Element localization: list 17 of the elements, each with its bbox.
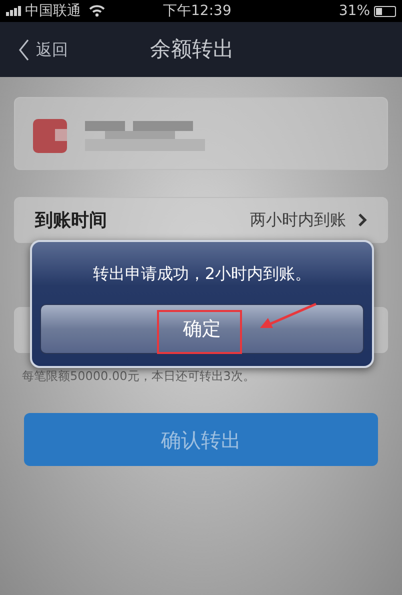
chevron-right-icon — [358, 213, 367, 227]
limit-note: 每笔限额50000.00元，本日还可转出3次。 — [22, 368, 256, 385]
battery-percent: 31% — [338, 2, 370, 20]
row-label: 到账时间 — [35, 208, 107, 232]
carrier-name: 中国联通 — [25, 2, 81, 20]
row-value: 两小时内到账 — [250, 209, 346, 231]
back-button[interactable]: 返回 — [18, 38, 68, 62]
chevron-left-icon — [18, 38, 30, 60]
signal-icon — [6, 6, 21, 16]
arrow-icon — [258, 302, 318, 330]
ok-button[interactable]: 确定 — [40, 304, 364, 354]
alert-message: 转出申请成功，2小时内到账。 — [92, 263, 312, 285]
screen-title: 余额转出 — [150, 36, 234, 63]
wifi-icon — [89, 5, 105, 17]
clock: 下午12:39 — [163, 2, 232, 20]
battery-icon — [374, 6, 396, 16]
arrival-time-row[interactable]: 到账时间 两小时内到账 — [14, 197, 388, 243]
